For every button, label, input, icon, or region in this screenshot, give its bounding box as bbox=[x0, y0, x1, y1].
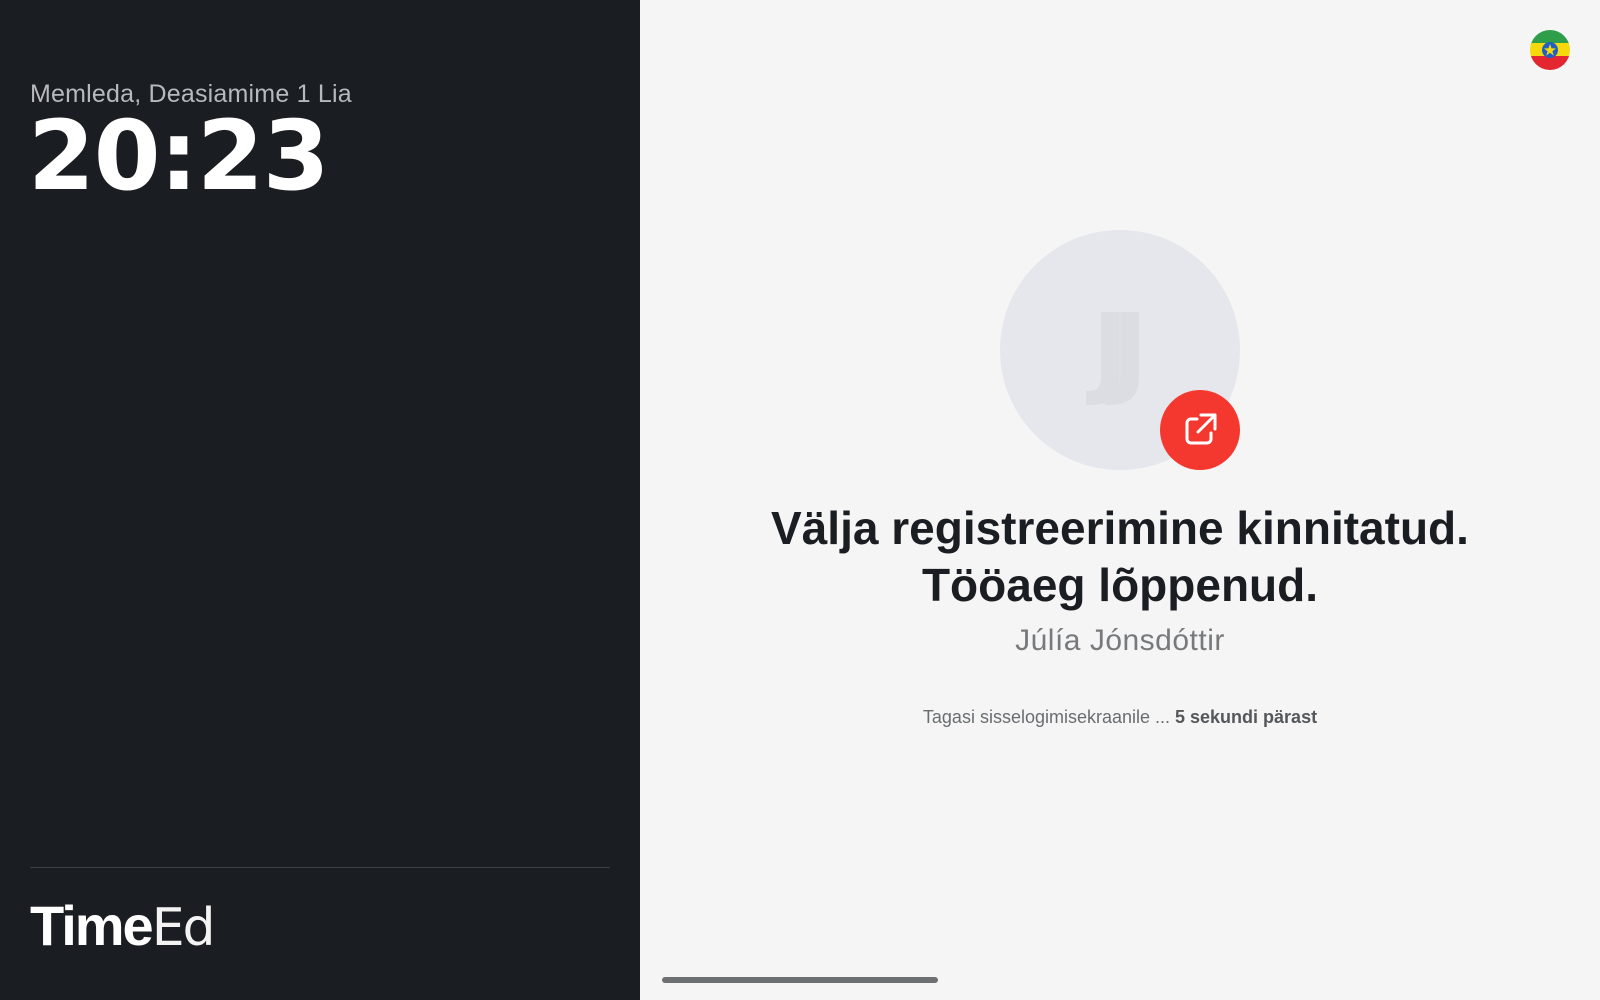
confirmation-panel: JJ Välja registreerimine kinnitatud. Töö… bbox=[640, 0, 1600, 1000]
employee-name: Júlía Jónsdóttir bbox=[1015, 624, 1225, 657]
headline-line-1: Välja registreerimine kinnitatud. bbox=[771, 502, 1469, 554]
language-flag-button[interactable] bbox=[1530, 30, 1570, 70]
flag-icon bbox=[1530, 30, 1570, 70]
countdown-value: 5 sekundi pärast bbox=[1175, 707, 1318, 727]
kiosk-sidebar: Memleda, Deasiamime 1 Lia 20:23 TimeEd bbox=[0, 0, 640, 1000]
logo-bold-text: Time bbox=[30, 894, 154, 957]
exit-icon bbox=[1185, 413, 1217, 445]
headline-line-2: Tööaeg lõppenud. bbox=[921, 559, 1319, 611]
logo-thin-text: Ed bbox=[151, 898, 216, 958]
avatar-initials: JJ bbox=[1091, 291, 1149, 409]
countdown-prefix: Tagasi sisselogimisekraanile ... bbox=[922, 707, 1176, 727]
timeed-logo: TimeEd bbox=[30, 898, 216, 955]
clock-time: 20:23 bbox=[28, 100, 330, 212]
sidebar-divider bbox=[30, 867, 610, 868]
confirmation-headline: Välja registreerimine kinnitatud. Tööaeg… bbox=[640, 500, 1600, 614]
redirect-countdown: Tagasi sisselogimisekraanile ... 5 sekun… bbox=[640, 707, 1600, 728]
status-badge bbox=[1160, 390, 1240, 470]
home-indicator[interactable] bbox=[662, 977, 938, 983]
employee-avatar-group: JJ bbox=[1000, 230, 1240, 470]
